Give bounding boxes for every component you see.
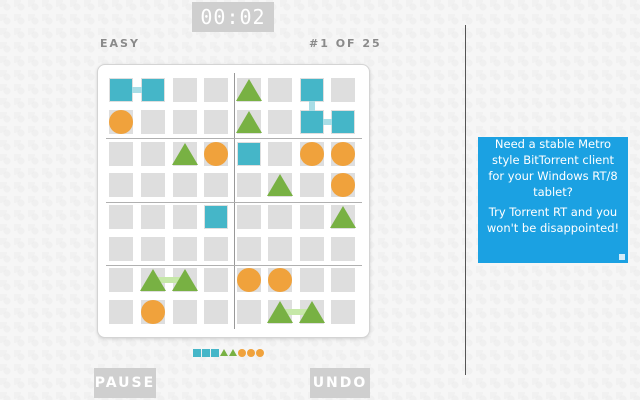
triangle-piece[interactable] bbox=[236, 111, 262, 133]
board-cell[interactable] bbox=[109, 142, 133, 166]
square-piece[interactable] bbox=[110, 79, 132, 101]
board-cell[interactable] bbox=[173, 300, 197, 324]
board-cell[interactable] bbox=[173, 205, 197, 229]
board-cell[interactable] bbox=[173, 110, 197, 134]
ad-headline: Need a stable Metro style BitTorrent cli… bbox=[488, 137, 618, 199]
board-cell[interactable] bbox=[331, 300, 355, 324]
quadrant-divider-vertical bbox=[234, 73, 235, 329]
circle-piece[interactable] bbox=[109, 110, 133, 134]
board-cell[interactable] bbox=[173, 237, 197, 261]
square-piece[interactable] bbox=[301, 111, 323, 133]
board-cell[interactable] bbox=[300, 237, 324, 261]
board-cell[interactable] bbox=[268, 142, 292, 166]
legend-circle-icon bbox=[256, 349, 264, 357]
board-cell[interactable] bbox=[109, 268, 133, 292]
board-cell[interactable] bbox=[204, 173, 228, 197]
triangle-piece[interactable] bbox=[172, 143, 198, 165]
board-cell[interactable] bbox=[268, 78, 292, 102]
board-cell[interactable] bbox=[173, 173, 197, 197]
legend-circle-icon bbox=[238, 349, 246, 357]
board-cell[interactable] bbox=[204, 237, 228, 261]
puzzle-progress: #1 OF 25 bbox=[309, 37, 382, 50]
circle-piece[interactable] bbox=[204, 142, 228, 166]
square-piece[interactable] bbox=[332, 111, 354, 133]
board-cell[interactable] bbox=[141, 173, 165, 197]
legend-triangle-icon bbox=[229, 349, 237, 356]
panel-divider bbox=[465, 25, 466, 375]
legend-triangle-icon bbox=[220, 349, 228, 356]
square-piece[interactable] bbox=[301, 79, 323, 101]
board-cell[interactable] bbox=[109, 205, 133, 229]
circle-piece[interactable] bbox=[331, 142, 355, 166]
advertisement-banner[interactable]: Need a stable Metro style BitTorrent cli… bbox=[478, 137, 628, 263]
board-cell[interactable] bbox=[331, 268, 355, 292]
difficulty-label: EASY bbox=[100, 37, 140, 50]
board-cell[interactable] bbox=[268, 110, 292, 134]
board-cell[interactable] bbox=[204, 110, 228, 134]
board-cell[interactable] bbox=[109, 300, 133, 324]
legend-square-icon bbox=[211, 349, 219, 357]
board-cell[interactable] bbox=[141, 110, 165, 134]
ad-tagline: Try Torrent RT and you won't be disappoi… bbox=[486, 205, 620, 235]
legend-circle-icon bbox=[247, 349, 255, 357]
board-cell[interactable] bbox=[141, 205, 165, 229]
square-piece[interactable] bbox=[205, 206, 227, 228]
game-board bbox=[97, 64, 370, 338]
circle-piece[interactable] bbox=[141, 300, 165, 324]
pause-button[interactable]: PAUSE bbox=[94, 368, 156, 398]
circle-piece[interactable] bbox=[331, 173, 355, 197]
legend-square-icon bbox=[202, 349, 210, 357]
board-cell[interactable] bbox=[141, 237, 165, 261]
triangle-piece[interactable] bbox=[299, 301, 325, 323]
board-cell[interactable] bbox=[268, 237, 292, 261]
ad-info-icon[interactable] bbox=[619, 254, 625, 260]
legend-square-icon bbox=[193, 349, 201, 357]
row-divider bbox=[106, 265, 362, 266]
board-cell[interactable] bbox=[331, 237, 355, 261]
board-cell[interactable] bbox=[237, 300, 261, 324]
circle-piece[interactable] bbox=[268, 268, 292, 292]
row-divider bbox=[106, 202, 362, 203]
circle-piece[interactable] bbox=[237, 268, 261, 292]
square-piece[interactable] bbox=[142, 79, 164, 101]
triangle-piece[interactable] bbox=[172, 269, 198, 291]
triangle-piece[interactable] bbox=[236, 79, 262, 101]
board-cell[interactable] bbox=[268, 205, 292, 229]
board-cell[interactable] bbox=[331, 78, 355, 102]
triangle-piece[interactable] bbox=[140, 269, 166, 291]
timer-display: 00:02 bbox=[192, 2, 274, 32]
triangle-piece[interactable] bbox=[267, 301, 293, 323]
board-cell[interactable] bbox=[204, 300, 228, 324]
row-divider bbox=[106, 138, 362, 139]
undo-button[interactable]: UNDO bbox=[310, 368, 370, 398]
board-cell[interactable] bbox=[173, 78, 197, 102]
triangle-piece[interactable] bbox=[267, 174, 293, 196]
circle-piece[interactable] bbox=[300, 142, 324, 166]
board-cell[interactable] bbox=[109, 173, 133, 197]
board-cell[interactable] bbox=[204, 268, 228, 292]
board-cell[interactable] bbox=[109, 237, 133, 261]
board-cell[interactable] bbox=[300, 173, 324, 197]
square-piece[interactable] bbox=[238, 143, 260, 165]
board-cell[interactable] bbox=[300, 268, 324, 292]
board-cell[interactable] bbox=[141, 142, 165, 166]
board-cell[interactable] bbox=[237, 173, 261, 197]
board-cell[interactable] bbox=[237, 237, 261, 261]
triangle-piece[interactable] bbox=[330, 206, 356, 228]
board-cell[interactable] bbox=[300, 205, 324, 229]
board-cell[interactable] bbox=[204, 78, 228, 102]
board-cell[interactable] bbox=[237, 205, 261, 229]
